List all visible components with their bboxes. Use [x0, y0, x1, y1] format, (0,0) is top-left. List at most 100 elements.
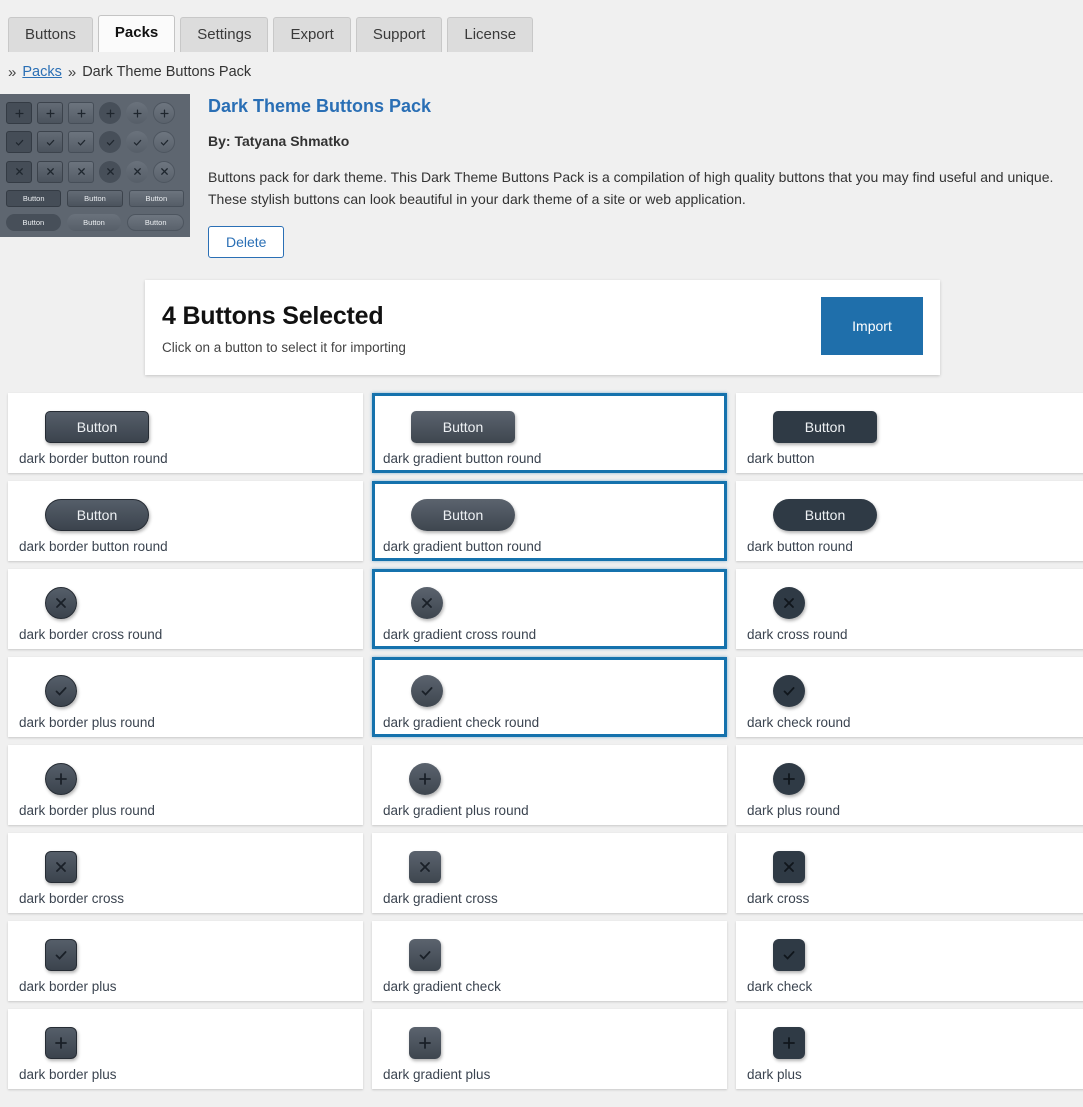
demo-check-icon	[411, 675, 443, 708]
button-preview[interactable]: Button	[383, 404, 716, 450]
demo-cross-icon	[409, 851, 441, 884]
delete-pack-button[interactable]: Delete	[208, 226, 285, 259]
button-card-label: dark border plus round	[19, 715, 155, 731]
breadcrumb-current-page: Dark Theme Buttons Pack	[82, 64, 252, 80]
button-preview[interactable]	[19, 1020, 352, 1066]
demo-cross-icon	[773, 587, 805, 620]
thumbnail-plus-icon	[153, 102, 175, 124]
button-preview[interactable]	[383, 844, 716, 890]
button-card[interactable]: Button dark button	[736, 393, 1083, 474]
thumbnail-icon-row	[6, 102, 184, 124]
button-card-label: dark gradient cross round	[383, 627, 537, 643]
button-card[interactable]: dark cross round	[736, 569, 1083, 650]
button-preview[interactable]	[383, 580, 716, 626]
button-preview[interactable]	[747, 580, 1080, 626]
button-preview[interactable]	[747, 668, 1080, 714]
button-card[interactable]: dark border cross round	[8, 569, 363, 650]
pack-details: Dark Theme Buttons Pack By: Tatyana Shma…	[208, 94, 1075, 259]
button-card-label: dark border button round	[19, 539, 168, 555]
button-card-label: dark border button round	[19, 451, 168, 467]
button-preview[interactable]	[383, 932, 716, 978]
button-preview[interactable]	[19, 844, 352, 890]
button-card[interactable]: dark border cross	[8, 833, 363, 914]
pack-author: By: Tatyana Shmatko	[208, 133, 350, 149]
selected-count-label: 4 Buttons Selected	[162, 302, 384, 331]
breadcrumb-link-packs[interactable]: Packs	[22, 64, 62, 80]
button-card[interactable]: dark border plus round	[8, 745, 363, 826]
button-card-label: dark border plus	[19, 1067, 117, 1083]
demo-check-icon	[45, 675, 77, 708]
button-card[interactable]: dark border plus round	[8, 657, 363, 738]
button-preview[interactable]	[747, 1020, 1080, 1066]
button-card-selected[interactable]: Button dark gradient button round	[372, 393, 727, 474]
button-card[interactable]: dark plus	[736, 1009, 1083, 1090]
thumbnail-check-icon	[37, 131, 63, 154]
demo-plus-icon	[773, 1027, 805, 1060]
tab-label: License	[464, 25, 517, 43]
demo-cross-icon	[45, 587, 77, 620]
button-preview[interactable]: Button	[747, 404, 1080, 450]
button-card[interactable]: dark gradient plus	[372, 1009, 727, 1090]
thumbnail-plus-icon	[126, 102, 148, 124]
button-card-selected[interactable]: dark gradient cross round	[372, 569, 727, 650]
pack-thumbnail: Button Button Button Button Button Button	[0, 94, 190, 237]
thumbnail-button: Button	[6, 214, 61, 231]
thumbnail-check-icon	[126, 131, 148, 154]
demo-button: Button	[45, 499, 149, 532]
demo-check-icon	[773, 675, 805, 708]
tab-support[interactable]: Support	[355, 16, 443, 52]
button-card-grid: Button dark border button round Button dark…	[0, 375, 1083, 1090]
button-preview[interactable]	[19, 756, 352, 802]
button-card[interactable]: Button dark button round	[736, 481, 1083, 562]
button-preview[interactable]	[19, 668, 352, 714]
button-preview[interactable]: Button	[19, 404, 352, 450]
button-card[interactable]: dark gradient cross	[372, 833, 727, 914]
import-button[interactable]: Import	[821, 297, 923, 356]
button-preview[interactable]	[747, 844, 1080, 890]
thumbnail-cross-icon	[6, 160, 32, 183]
thumbnail-button: Button	[128, 189, 184, 207]
button-card[interactable]: dark cross	[736, 833, 1083, 914]
button-card-label: dark gradient check round	[383, 715, 540, 731]
thumbnail-check-icon	[68, 131, 94, 154]
button-card-label: dark gradient cross	[383, 891, 498, 907]
selection-summary: 4 Buttons Selected Click on a button to …	[162, 297, 406, 355]
selection-panel-wrap: 4 Buttons Selected Click on a button to …	[0, 258, 1083, 376]
tab-label: Export	[290, 25, 334, 43]
button-preview[interactable]	[747, 932, 1080, 978]
demo-plus-icon	[409, 1027, 441, 1060]
tab-export[interactable]: Export	[273, 16, 351, 52]
button-preview[interactable]: Button	[383, 492, 716, 538]
pack-header: Button Button Button Button Button Button Dar…	[0, 84, 1083, 259]
button-card[interactable]: dark border plus	[8, 921, 363, 1002]
thumbnail-cross-icon	[126, 160, 148, 183]
button-preview[interactable]	[747, 756, 1080, 802]
button-card-label: dark plus	[747, 1067, 802, 1083]
tab-buttons[interactable]: Buttons	[8, 16, 93, 52]
button-preview[interactable]: Button	[747, 492, 1080, 538]
button-preview[interactable]: Button	[19, 492, 352, 538]
tab-label: Support	[372, 25, 426, 43]
button-preview[interactable]	[19, 580, 352, 626]
button-card[interactable]: dark gradient plus round	[372, 745, 727, 826]
button-card-selected[interactable]: dark gradient check round	[372, 657, 727, 738]
tab-packs[interactable]: Packs	[97, 14, 176, 52]
button-card[interactable]: dark border plus	[8, 1009, 363, 1090]
button-preview[interactable]	[383, 668, 716, 714]
tab-settings[interactable]: Settings	[180, 16, 269, 52]
button-preview[interactable]	[19, 932, 352, 978]
demo-cross-icon	[411, 587, 443, 620]
button-card-label: dark gradient check	[383, 979, 501, 995]
button-card[interactable]: Button dark border button round	[8, 481, 363, 562]
button-card[interactable]: dark check round	[736, 657, 1083, 738]
button-card[interactable]: dark check	[736, 921, 1083, 1002]
button-card[interactable]: dark plus round	[736, 745, 1083, 826]
button-card[interactable]: dark gradient check	[372, 921, 727, 1002]
tab-license[interactable]: License	[447, 16, 534, 52]
thumbnail-button: Button	[66, 214, 122, 231]
button-card[interactable]: Button dark border button round	[8, 393, 363, 474]
button-preview[interactable]	[383, 756, 716, 802]
thumbnail-plus-icon	[99, 102, 121, 124]
button-card-selected[interactable]: Button dark gradient button round	[372, 481, 727, 562]
button-preview[interactable]	[383, 1020, 716, 1066]
